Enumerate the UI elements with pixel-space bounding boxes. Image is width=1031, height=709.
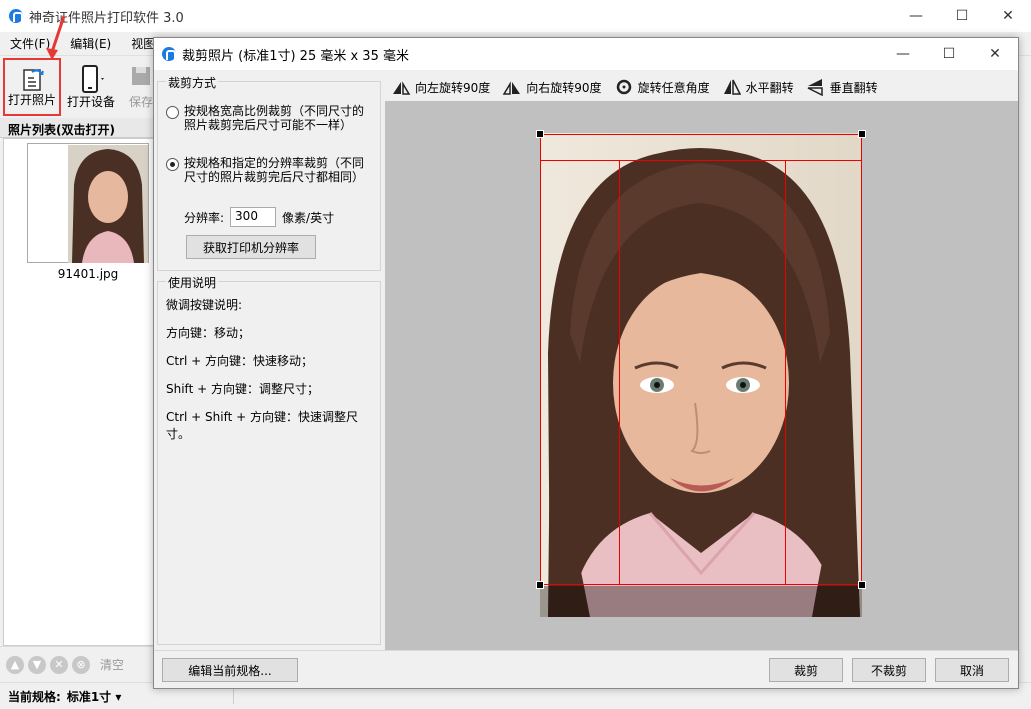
- rotate-right-button[interactable]: 向右旋转90度: [500, 75, 607, 99]
- red-arrow-annotation: [46, 15, 66, 60]
- flip-horizontal-label: 水平翻转: [745, 80, 794, 95]
- rotate-any-label: 旋转任意角度: [637, 80, 710, 95]
- minimize-button[interactable]: —: [893, 0, 939, 32]
- dropdown-arrow-icon: ▾: [115, 689, 122, 704]
- crop-handle-top-left[interactable]: [536, 130, 544, 138]
- flip-vertical-button[interactable]: 垂直翻转: [804, 75, 884, 99]
- help-line: 微调按键说明:: [166, 298, 243, 312]
- crop-dialog: 裁剪照片 (标准1寸) 25 毫米 x 35 毫米 — ☐ ✕ 裁剪方式 按规格…: [153, 37, 1019, 689]
- clear-label[interactable]: 清空: [100, 656, 124, 673]
- crop-options-panel: 裁剪方式 按规格宽高比例裁剪（不同尺寸的照片裁剪完后尺寸可能不一样） 按规格和指…: [157, 73, 381, 647]
- radio-resolution[interactable]: [166, 158, 179, 171]
- flip-horizontal-icon: [723, 79, 741, 95]
- get-printer-resolution-button[interactable]: 获取打印机分辨率: [186, 235, 316, 259]
- edit-spec-button[interactable]: 编辑当前规格...: [162, 658, 298, 682]
- crop-rectangle[interactable]: [540, 134, 862, 585]
- rotate-any-button[interactable]: 旋转任意角度: [612, 75, 716, 99]
- crop-guide-horizontal: [541, 160, 861, 161]
- rotate-left-label: 向左旋转90度: [415, 80, 491, 95]
- flip-vertical-label: 垂直翻转: [829, 80, 878, 95]
- delete-icon[interactable]: ✕: [50, 655, 68, 674]
- save-icon: [132, 67, 150, 85]
- help-line: Ctrl + Shift + 方向键：快速调整尺寸。: [166, 410, 358, 441]
- move-up-icon[interactable]: ▲: [6, 655, 24, 674]
- open-photo-button[interactable]: 打开照片: [3, 58, 61, 116]
- crop-button[interactable]: 裁剪: [769, 658, 843, 682]
- thumbnail-filename: 91401.jpg: [57, 267, 119, 281]
- dialog-button-bar: 编辑当前规格... 裁剪 不裁剪 取消: [154, 650, 1018, 688]
- photo-thumbnail[interactable]: [27, 143, 149, 263]
- maximize-button[interactable]: ☐: [939, 0, 985, 32]
- crop-guide-vertical-left: [619, 160, 620, 584]
- menu-edit[interactable]: 编辑(E): [60, 35, 121, 52]
- flip-vertical-icon: [807, 79, 823, 96]
- rotate-right-label: 向右旋转90度: [526, 80, 602, 95]
- resolution-row: 分辨率: 300 像素/英寸: [184, 207, 334, 227]
- cancel-button[interactable]: 取消: [935, 658, 1009, 682]
- rotate-any-icon: [616, 79, 631, 95]
- radio-ratio[interactable]: [166, 106, 179, 119]
- list-bottom-bar: ▲ ▼ ✕ ⊗ 清空: [0, 646, 156, 682]
- crop-guide-vertical-right: [785, 160, 786, 584]
- option-ratio-label: 按规格宽高比例裁剪（不同尺寸的照片裁剪完后尺寸可能不一样）: [184, 104, 365, 132]
- current-spec-dropdown[interactable]: 标准1寸 ▾: [67, 688, 122, 705]
- save-label: 保存: [128, 95, 153, 109]
- rotate-left-button[interactable]: 向左旋转90度: [389, 75, 496, 99]
- main-title-bar: 神奇证件照片打印软件 3.0 — ☐ ✕: [0, 0, 1031, 32]
- crop-mode-option-ratio[interactable]: 按规格宽高比例裁剪（不同尺寸的照片裁剪完后尺寸可能不一样）: [166, 104, 374, 132]
- crop-handle-top-right[interactable]: [858, 130, 866, 138]
- rotate-left-icon: [393, 81, 411, 95]
- open-device-label: 打开设备: [66, 95, 115, 109]
- clear-all-icon[interactable]: ⊗: [72, 655, 90, 674]
- dialog-title-bar: 裁剪照片 (标准1寸) 25 毫米 x 35 毫米 — ☐ ✕: [154, 38, 1018, 70]
- dialog-minimize-button[interactable]: —: [880, 38, 926, 70]
- resolution-unit: 像素/英寸: [282, 210, 335, 225]
- help-line: Ctrl + 方向键：快速移动；: [166, 354, 314, 368]
- resolution-label: 分辨率:: [184, 210, 225, 225]
- help-label: 使用说明: [166, 274, 219, 291]
- right-panel-strip: [1019, 118, 1031, 678]
- photo-list-header: 照片列表(双击打开): [0, 118, 156, 138]
- help-line: Shift + 方向键：调整尺寸；: [166, 382, 319, 396]
- crop-mode-label: 裁剪方式: [166, 74, 219, 91]
- crop-mode-option-resolution[interactable]: 按规格和指定的分辨率裁剪（不同尺寸的照片裁剪完后尺寸都相同）: [166, 156, 374, 184]
- dialog-title: 裁剪照片 (标准1寸) 25 毫米 x 35 毫米: [182, 48, 409, 64]
- outside-crop-shade: [540, 586, 862, 617]
- dialog-maximize-button[interactable]: ☐: [926, 38, 972, 70]
- no-crop-button[interactable]: 不裁剪: [852, 658, 926, 682]
- crop-handle-bottom-left[interactable]: [536, 581, 544, 589]
- photo-list[interactable]: 91401.jpg: [3, 138, 155, 646]
- dialog-close-button[interactable]: ✕: [972, 38, 1018, 70]
- flip-horizontal-button[interactable]: 水平翻转: [720, 75, 800, 99]
- phone-device-icon: [82, 65, 104, 93]
- current-spec-label: 当前规格:: [8, 689, 61, 704]
- dialog-logo-icon: [162, 47, 176, 61]
- option-resolution-label: 按规格和指定的分辨率裁剪（不同尺寸的照片裁剪完后尺寸都相同）: [184, 156, 365, 184]
- save-button[interactable]: 保存: [126, 58, 156, 116]
- rotate-right-icon: [502, 81, 521, 95]
- thumbnail-image: [68, 145, 148, 263]
- crop-canvas[interactable]: [385, 101, 1018, 650]
- open-device-button[interactable]: 打开设备: [64, 58, 118, 116]
- move-down-icon[interactable]: ▼: [28, 655, 46, 674]
- help-line: 方向键：移动；: [166, 326, 251, 340]
- crop-toolbar: 向左旋转90度 向右旋转90度 旋转任意角度 水平翻转 垂直翻转: [385, 73, 1018, 101]
- current-spec-value: 标准1寸: [66, 689, 112, 704]
- app-logo-icon: [9, 9, 23, 23]
- close-button[interactable]: ✕: [985, 0, 1031, 32]
- crop-handle-bottom-right[interactable]: [858, 581, 866, 589]
- open-photo-icon: [23, 69, 44, 91]
- crop-mode-group: 裁剪方式 按规格宽高比例裁剪（不同尺寸的照片裁剪完后尺寸可能不一样） 按规格和指…: [157, 74, 381, 271]
- help-group: 使用说明 微调按键说明: 方向键：移动； Ctrl + 方向键：快速移动； Sh…: [157, 274, 381, 645]
- resolution-input[interactable]: 300: [230, 207, 277, 227]
